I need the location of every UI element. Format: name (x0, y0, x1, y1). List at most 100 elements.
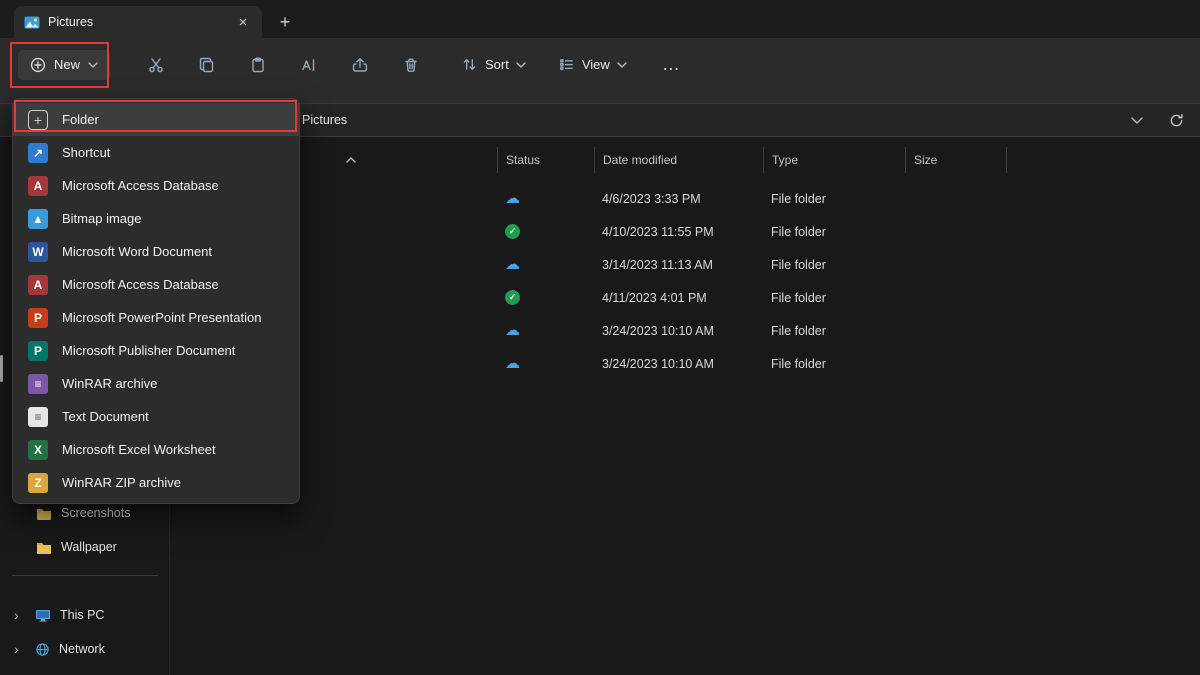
menu-item[interactable]: P Microsoft PowerPoint Presentation (13, 301, 299, 334)
access-icon: A (28, 176, 48, 196)
cell-date-modified: 3/24/2023 10:10 AM (594, 357, 763, 371)
cell-date-modified: 4/6/2023 3:33 PM (594, 192, 763, 206)
cut-button[interactable] (136, 47, 176, 83)
paste-button[interactable] (238, 47, 278, 83)
column-header-type[interactable]: Type (763, 147, 905, 173)
shortcut-icon: ↗ (28, 143, 48, 163)
menu-item[interactable]: P Microsoft Publisher Document (13, 334, 299, 367)
cell-status: ☁ (497, 257, 594, 272)
menu-item[interactable]: + Folder (13, 103, 299, 136)
new-button[interactable]: New (18, 50, 110, 80)
cloud-status-icon: ☁ (505, 323, 520, 338)
menu-item[interactable]: X Microsoft Excel Worksheet (13, 433, 299, 466)
winrar-archive-icon: ≡ (28, 374, 48, 394)
new-tab-button[interactable]: + (270, 7, 300, 37)
folder-icon (36, 507, 52, 520)
new-folder-icon: + (28, 110, 48, 130)
synced-status-icon: ✓ (505, 224, 520, 239)
menu-item[interactable]: W Microsoft Word Document (13, 235, 299, 268)
sidebar-item-label: Network (59, 642, 105, 656)
column-header-filler (1006, 147, 1200, 173)
rename-icon (300, 56, 318, 74)
new-menu: + Folder ↗ Shortcut A Microsoft Access D… (12, 98, 300, 504)
cell-date-modified: 4/11/2023 4:01 PM (594, 291, 763, 305)
cell-type: File folder (763, 324, 905, 338)
cloud-status-icon: ☁ (505, 191, 520, 206)
sidebar-item-this-pc[interactable]: › This PC (0, 599, 169, 631)
refresh-icon[interactable] (1169, 113, 1184, 128)
copy-icon (198, 56, 216, 74)
delete-button[interactable] (391, 47, 431, 83)
pictures-tab-icon (24, 16, 40, 29)
file-row[interactable]: ☁ 3/24/2023 10:10 AM File folder (170, 347, 1200, 380)
chevron-down-icon (617, 62, 627, 68)
address-dropdown-chevron-icon[interactable] (1131, 117, 1143, 124)
cut-icon (147, 56, 165, 74)
menu-item[interactable]: ▲ Bitmap image (13, 202, 299, 235)
word-icon: W (28, 242, 48, 262)
synced-status-icon: ✓ (505, 290, 520, 305)
cell-type: File folder (763, 258, 905, 272)
view-button-label: View (582, 57, 610, 72)
file-row[interactable]: ☁ 4/6/2023 3:33 PM File folder (170, 182, 1200, 215)
sidebar-item-wallpaper[interactable]: Wallpaper (0, 531, 169, 563)
sidebar-scrollbar-thumb[interactable] (0, 355, 3, 382)
menu-item[interactable]: ↗ Shortcut (13, 136, 299, 169)
tab-pictures[interactable]: Pictures × (14, 6, 262, 38)
menu-item[interactable]: ≡ Text Document (13, 400, 299, 433)
bitmap-image-icon: ▲ (28, 209, 48, 229)
excel-icon: X (28, 440, 48, 460)
new-button-label: New (54, 57, 80, 72)
file-row[interactable]: ☁ 3/24/2023 10:10 AM File folder (170, 314, 1200, 347)
tab-close-icon[interactable]: × (232, 11, 254, 33)
share-icon (351, 56, 369, 74)
menu-item[interactable]: ≡ WinRAR archive (13, 367, 299, 400)
menu-item[interactable]: A Microsoft Access Database (13, 169, 299, 202)
chevron-down-icon (88, 62, 98, 68)
view-button[interactable]: View (548, 48, 637, 81)
sort-ascending-icon (346, 157, 356, 163)
column-header-size[interactable]: Size (905, 147, 1006, 173)
chevron-right-icon[interactable]: › (14, 608, 26, 622)
file-rows: ☁ 4/6/2023 3:33 PM File folder ✓ 4/10/20… (170, 182, 1200, 380)
menu-item[interactable]: Z WinRAR ZIP archive (13, 466, 299, 499)
file-list-panel: Status Date modified Type Size ☁ 4/6/202… (170, 137, 1200, 675)
titlebar: Pictures × + (0, 0, 1200, 38)
sidebar-divider (12, 575, 158, 576)
command-toolbar: New (0, 38, 1200, 103)
share-button[interactable] (340, 47, 380, 83)
powerpoint-icon: P (28, 308, 48, 328)
rename-button[interactable] (289, 47, 329, 83)
breadcrumb-location[interactable]: Pictures (302, 113, 347, 127)
column-headers: Status Date modified Type Size (170, 147, 1200, 173)
circle-plus-icon (30, 57, 46, 73)
cell-status: ☁ (497, 356, 594, 371)
cell-type: File folder (763, 357, 905, 371)
sort-button-label: Sort (485, 57, 509, 72)
copy-button[interactable] (187, 47, 227, 83)
cell-status: ✓ (497, 224, 594, 239)
file-row[interactable]: ✓ 4/10/2023 11:55 PM File folder (170, 215, 1200, 248)
cell-date-modified: 3/24/2023 10:10 AM (594, 324, 763, 338)
access-icon: A (28, 275, 48, 295)
tab-title: Pictures (48, 15, 224, 29)
cell-status: ☁ (497, 191, 594, 206)
folder-icon (36, 541, 52, 554)
cell-status: ☁ (497, 323, 594, 338)
computer-icon (35, 608, 51, 622)
column-header-status[interactable]: Status (497, 147, 594, 173)
address-bar-actions (1131, 113, 1200, 128)
see-more-button[interactable]: … (653, 47, 689, 83)
trash-icon (402, 56, 420, 74)
text-document-icon: ≡ (28, 407, 48, 427)
sidebar-item-network[interactable]: › Network (0, 633, 169, 665)
chevron-right-icon[interactable]: › (14, 642, 26, 656)
menu-item[interactable]: A Microsoft Access Database (13, 268, 299, 301)
file-row[interactable]: ☁ 3/14/2023 11:13 AM File folder (170, 248, 1200, 281)
file-row[interactable]: ✓ 4/11/2023 4:01 PM File folder (170, 281, 1200, 314)
sort-button[interactable]: Sort (451, 48, 536, 81)
column-header-date-modified[interactable]: Date modified (594, 147, 763, 173)
network-icon (35, 642, 50, 657)
sidebar-item-label: This PC (60, 608, 104, 622)
file-explorer-window: Pictures × + New (0, 0, 1200, 675)
